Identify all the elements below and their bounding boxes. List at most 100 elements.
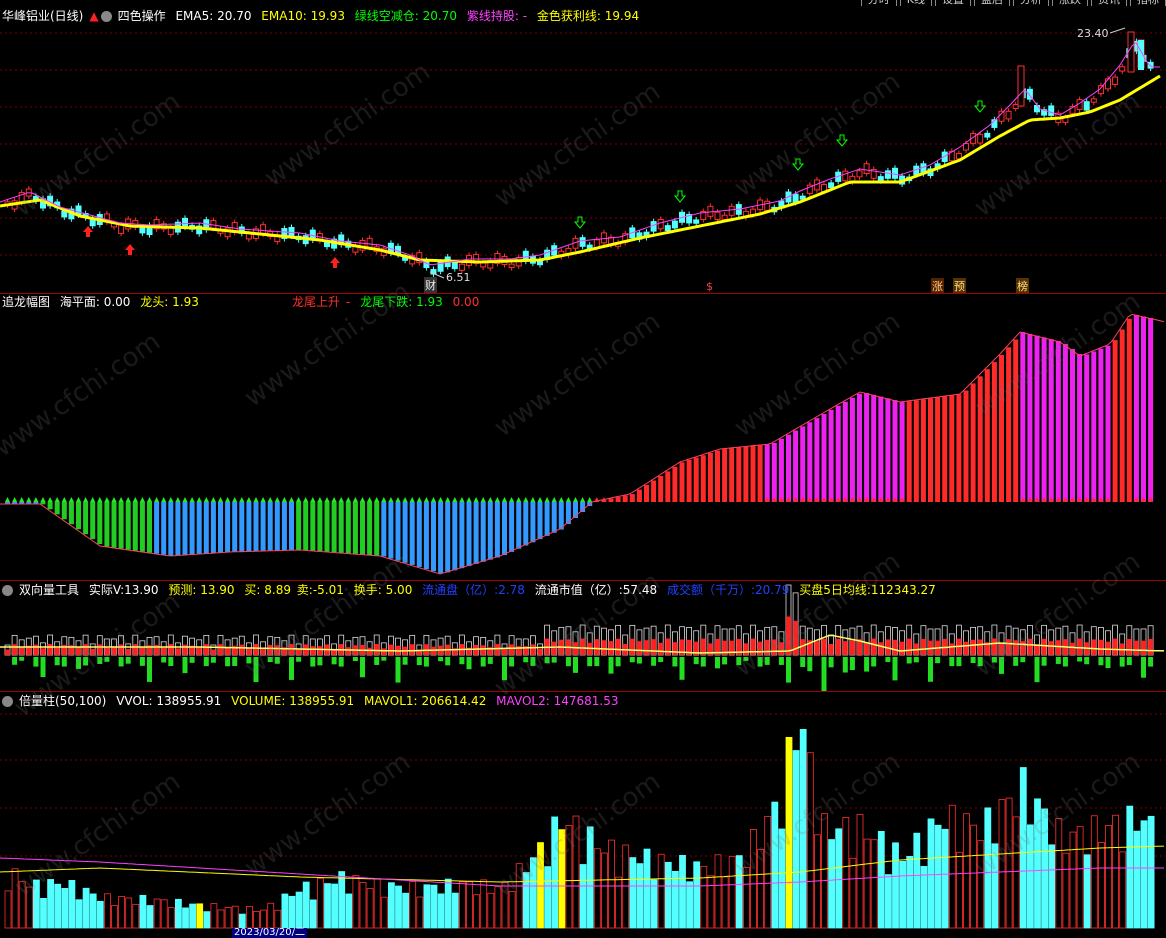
dragon-bar — [90, 502, 95, 539]
sell-volume-bar — [715, 657, 720, 668]
dragon-zero-marker — [459, 497, 464, 502]
volume-bar — [580, 864, 586, 928]
volume-bar — [687, 882, 693, 928]
sell-volume-bar — [140, 657, 145, 666]
volume-name[interactable]: 倍量柱(50,100) — [19, 694, 106, 708]
sell-volume-bar — [76, 657, 81, 669]
volume-bar — [1113, 815, 1119, 928]
sell-volume-bar — [573, 657, 578, 673]
buy-volume-bar — [33, 645, 38, 655]
volume-bar — [949, 805, 955, 928]
up-arrow-icon[interactable]: ▲ — [89, 9, 98, 23]
ema10-label: EMA10: — [261, 9, 306, 23]
dragon-zero-marker — [190, 497, 195, 502]
marker-dollar[interactable]: $ — [706, 280, 713, 293]
dragon-bar — [779, 439, 784, 502]
candle-body — [1084, 102, 1089, 110]
buy-volume-bar — [1027, 639, 1032, 655]
volume-bar — [190, 904, 196, 928]
volume-bar — [467, 882, 473, 928]
buy-volume-bar — [743, 643, 748, 655]
buy-volume-bar — [1042, 639, 1047, 655]
dragon-bar — [126, 502, 131, 550]
dragon-bar — [1070, 349, 1075, 502]
volume-bar — [658, 854, 664, 928]
dragon-panel[interactable]: 追龙幅图 海平面: 0.00 龙头: 1.93 龙尾上升- 龙尾下跌: 1.93… — [0, 294, 1166, 580]
buy-volume-bar — [76, 647, 81, 655]
dragon-zero-marker — [41, 497, 46, 502]
sell-volume-bar — [424, 657, 429, 667]
sell-arrow-icon — [575, 217, 585, 228]
low-price-label: 6.51 — [446, 271, 471, 284]
sell-volume-bar — [168, 657, 173, 666]
dragon-bar — [353, 502, 358, 554]
buy-volume-bar — [658, 643, 663, 655]
volume-bar — [921, 866, 927, 928]
float-label: 流通盘（亿）: — [422, 583, 498, 597]
mavol2-value: 147681.53 — [554, 694, 619, 708]
buy-volume-bar — [346, 647, 351, 655]
turnover-label: 换手: — [354, 583, 382, 597]
toggle-icon[interactable] — [101, 11, 112, 22]
toggle-icon[interactable] — [2, 696, 13, 707]
dragon-zero-marker — [587, 497, 592, 502]
volume-bar — [971, 825, 977, 928]
toggle-icon[interactable] — [2, 585, 13, 596]
sell-arrow-icon — [793, 159, 803, 170]
volume-bar — [751, 829, 757, 928]
ema5-value: 20.70 — [217, 9, 251, 23]
kline-panel[interactable]: 华峰铝业(日线)▲四色操作 EMA5: 20.70 EMA10: 19.93 绿… — [0, 0, 1166, 293]
volume-bar — [90, 894, 96, 928]
dragon-bar — [112, 502, 117, 548]
dragon-name[interactable]: 追龙幅图 — [2, 295, 50, 309]
dragon-bar — [559, 502, 564, 530]
buy-label: 买: — [244, 583, 260, 597]
volume-bar — [367, 889, 373, 928]
twoway-name[interactable]: 双向量工具 — [19, 583, 79, 597]
sell-volume-bar — [232, 657, 237, 666]
volume-bar — [474, 895, 480, 928]
dragon-bar — [374, 502, 379, 556]
gold-label: 金色获利线: — [537, 9, 601, 23]
kline-chart[interactable] — [0, 0, 1166, 293]
volume-bar — [1070, 832, 1076, 928]
volume-bar — [62, 888, 68, 928]
dragon-bar — [857, 394, 862, 502]
marker-bang[interactable]: 榜 — [1016, 278, 1029, 294]
candle-body — [1006, 111, 1011, 119]
buy-volume-bar — [665, 639, 670, 655]
marker-yu[interactable]: 预 — [953, 278, 966, 294]
dragon-bar — [1049, 339, 1054, 502]
dragon-bar — [765, 445, 770, 502]
buy-volume-bar — [644, 640, 649, 655]
volume-chart[interactable] — [0, 692, 1166, 936]
volume-bar — [246, 906, 252, 928]
sell-volume-bar — [765, 657, 770, 665]
dragon-bar — [410, 502, 415, 565]
dragon-zero-marker — [580, 497, 585, 502]
sell-volume-bar — [545, 657, 550, 663]
dragon-bar — [1042, 337, 1047, 502]
dragon-bar — [317, 502, 322, 551]
dragon-zero-marker — [452, 497, 457, 502]
dragon-bar — [1098, 349, 1103, 502]
volume-panel[interactable]: 倍量柱(50,100) VVOL: 138955.91 VOLUME: 1389… — [0, 692, 1166, 936]
volume-bar — [829, 840, 835, 928]
sell-volume-bar — [630, 657, 635, 662]
sell-volume-bar — [800, 657, 805, 667]
twoway-volume-panel[interactable]: 双向量工具 实际V:13.90 预测: 13.90 买: 8.89 卖:-5.0… — [0, 581, 1166, 691]
candle-body — [168, 228, 173, 234]
candle-body — [1018, 66, 1024, 106]
marker-zhang[interactable]: 涨 — [931, 278, 944, 294]
indicator-name[interactable]: 四色操作 — [118, 9, 166, 23]
sell-volume-bar — [190, 657, 195, 663]
dragon-bar — [183, 502, 188, 555]
stock-title[interactable]: 华峰铝业(日线) — [2, 9, 83, 23]
volume-bar — [928, 819, 934, 928]
buy-volume-bar — [836, 639, 841, 655]
dragon-chart[interactable] — [0, 294, 1166, 580]
marker-cai[interactable]: 财 — [424, 277, 437, 293]
sell-volume-bar — [1063, 657, 1068, 667]
dragon-bar — [907, 401, 912, 502]
sell-volume-bar — [1084, 657, 1089, 664]
